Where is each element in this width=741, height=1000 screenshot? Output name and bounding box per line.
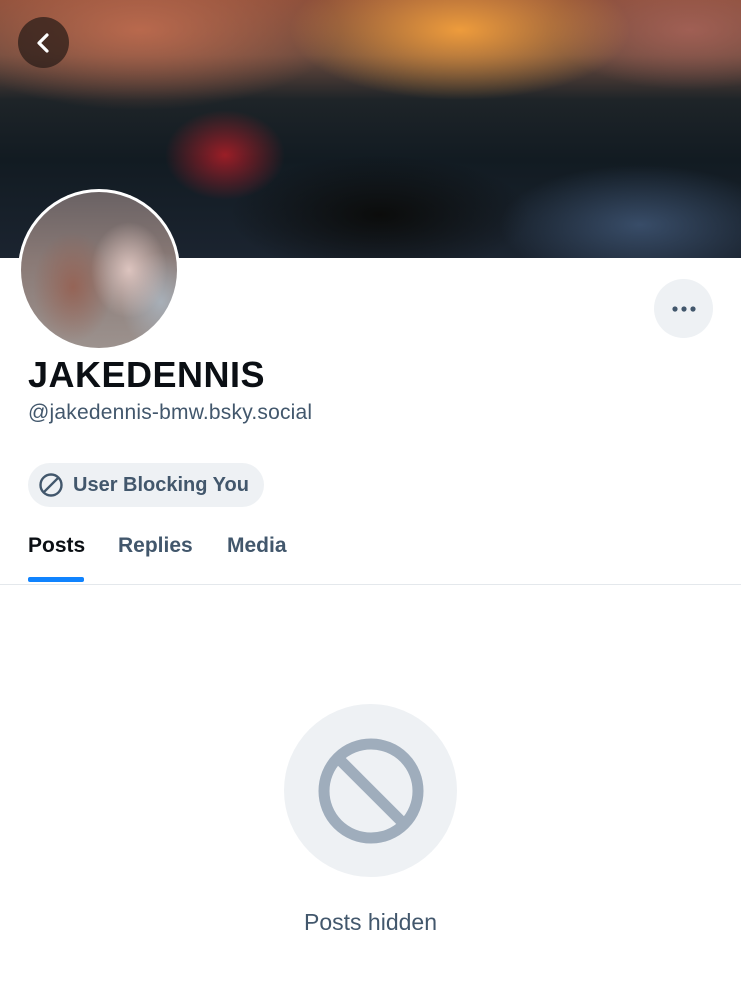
profile-page: JAKEDENNIS @jakedennis-bmw.bsky.social U… (0, 0, 741, 1000)
chevron-left-icon (36, 32, 49, 53)
blocking-status-label: User Blocking You (73, 473, 249, 496)
display-name: JAKEDENNIS (28, 354, 266, 395)
block-icon (318, 738, 423, 843)
tab-media[interactable]: Media (227, 534, 287, 558)
back-button[interactable] (18, 17, 69, 68)
avatar-image (21, 192, 177, 348)
active-tab-indicator (28, 577, 84, 582)
tab-posts[interactable]: Posts (28, 534, 85, 558)
user-handle: @jakedennis-bmw.bsky.social (28, 401, 313, 424)
empty-state-icon-container (284, 704, 457, 877)
ellipsis-icon (671, 305, 696, 312)
tab-replies[interactable]: Replies (118, 534, 193, 558)
block-icon (39, 473, 63, 497)
more-options-button[interactable] (654, 279, 713, 338)
posts-hidden-message: Posts hidden (304, 909, 437, 935)
avatar[interactable] (18, 189, 180, 351)
blocking-status-badge[interactable]: User Blocking You (28, 463, 264, 507)
profile-tabs: Posts Replies Media (0, 520, 741, 585)
